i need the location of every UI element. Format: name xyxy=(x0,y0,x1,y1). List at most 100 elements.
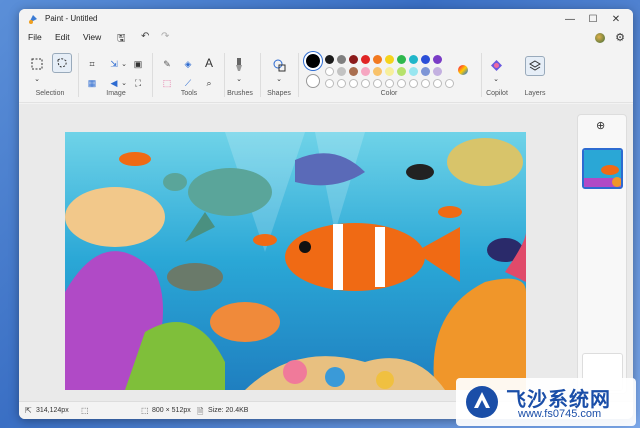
divider xyxy=(298,53,299,97)
shapes-icon[interactable] xyxy=(271,57,287,73)
color-swatch[interactable] xyxy=(397,55,406,64)
rectangle-select-icon[interactable] xyxy=(28,55,46,73)
chevron-down-icon[interactable]: ⌄ xyxy=(120,77,128,89)
layer-thumbnail[interactable] xyxy=(582,148,623,189)
custom-color-slot[interactable] xyxy=(433,79,442,88)
file-size-icon: 🗎 xyxy=(197,407,204,416)
menu-view[interactable]: View xyxy=(83,32,101,42)
color-swatch[interactable] xyxy=(337,55,346,64)
chevron-down-icon[interactable]: ⌄ xyxy=(275,75,283,83)
custom-color-slot[interactable] xyxy=(421,79,430,88)
color-swatch[interactable] xyxy=(385,67,394,76)
color-swatch[interactable] xyxy=(325,55,334,64)
crop-icon[interactable]: ⌗ xyxy=(85,57,99,71)
underwater-illustration xyxy=(65,132,526,390)
custom-color-slot[interactable] xyxy=(409,79,418,88)
chevron-down-icon[interactable]: ⌄ xyxy=(120,57,128,71)
canvas-workspace xyxy=(19,104,572,401)
minimize-icon: — xyxy=(565,13,575,25)
eraser-icon[interactable]: ⬚ xyxy=(160,77,174,89)
canvas-size-icon: ⬚ xyxy=(141,406,149,415)
magnifier-icon[interactable]: ⌕ xyxy=(202,77,216,89)
color-swatch[interactable] xyxy=(373,67,382,76)
custom-color-slot[interactable] xyxy=(325,79,334,88)
custom-color-slot[interactable] xyxy=(397,79,406,88)
group-label-brushes: Brushes xyxy=(227,90,253,97)
profile-icon[interactable] xyxy=(595,33,605,43)
custom-color-slot[interactable] xyxy=(337,79,346,88)
custom-color-slot[interactable] xyxy=(361,79,370,88)
redo-icon[interactable]: ↷ xyxy=(161,31,169,42)
color-swatch[interactable] xyxy=(361,67,370,76)
chevron-down-icon[interactable]: ⌄ xyxy=(235,75,243,83)
menu-edit[interactable]: Edit xyxy=(55,32,70,42)
resize-icon[interactable]: ⇲ xyxy=(107,57,121,71)
minimize-button[interactable]: — xyxy=(559,11,581,27)
save-icon[interactable]: 🖫 xyxy=(117,31,126,48)
cursor-position: 314,124px xyxy=(36,407,69,414)
window-title: Paint - Untitled xyxy=(45,14,98,23)
custom-color-slot[interactable] xyxy=(385,79,394,88)
drawing-canvas[interactable] xyxy=(65,132,526,390)
color-swatch[interactable] xyxy=(325,67,334,76)
custom-color-slot[interactable] xyxy=(373,79,382,88)
color-swatch[interactable] xyxy=(361,55,370,64)
group-label-image: Image xyxy=(106,90,126,97)
color-swatch[interactable] xyxy=(373,55,382,64)
color-swatch[interactable] xyxy=(421,55,430,64)
color-swatch[interactable] xyxy=(337,67,346,76)
custom-color-slot[interactable] xyxy=(349,79,358,88)
layers-panel: ⊕ xyxy=(572,104,633,401)
settings-gear-icon[interactable]: ⚙ xyxy=(615,31,625,44)
color-swatch[interactable] xyxy=(409,67,418,76)
title-bar: Paint - Untitled — ☐ ✕ xyxy=(19,9,633,29)
undo-icon[interactable]: ↶ xyxy=(141,31,149,42)
group-label-color: Color xyxy=(380,90,398,97)
site-watermark: 飞沙系统网 www.fs0745.com xyxy=(456,378,636,426)
text-tool-icon[interactable]: A xyxy=(202,55,216,71)
layers-list: ⊕ xyxy=(577,114,627,394)
layers-icon[interactable] xyxy=(525,56,545,76)
watermark-url: www.fs0745.com xyxy=(518,408,602,420)
color-swatch[interactable] xyxy=(397,67,406,76)
color-swatch[interactable] xyxy=(433,55,442,64)
edit-colors-icon[interactable] xyxy=(456,63,470,77)
close-icon: ✕ xyxy=(611,13,621,25)
group-label-selection: Selection xyxy=(35,90,65,97)
group-label-copilot: Copilot xyxy=(486,90,508,97)
rotate-icon[interactable]: ◀ xyxy=(107,77,121,89)
chevron-down-icon[interactable]: ⌄ xyxy=(32,75,42,83)
add-layer-icon[interactable]: ⊕ xyxy=(596,119,605,132)
color-swatch[interactable] xyxy=(349,67,358,76)
canvas-size: 800 × 512px xyxy=(152,407,191,414)
primary-color-swatch[interactable] xyxy=(304,52,322,70)
paint-window: Paint - Untitled — ☐ ✕ File Edit View 🖫 … xyxy=(19,9,633,419)
color-picker-icon[interactable]: ⟋ xyxy=(181,77,195,89)
menu-file[interactable]: File xyxy=(28,32,42,42)
maximize-button[interactable]: ☐ xyxy=(582,11,604,27)
image-edit-icon[interactable]: ⛶ xyxy=(131,77,145,89)
selection-size-icon: ⬚ xyxy=(81,406,89,415)
color-swatch[interactable] xyxy=(433,67,442,76)
close-button[interactable]: ✕ xyxy=(605,11,627,27)
secondary-color-swatch[interactable] xyxy=(306,74,320,88)
color-swatch[interactable] xyxy=(349,55,358,64)
ribbon-toolbar: ⌄ Selection ⌗ ⇲ ⌄ ▣ ▦ ◀ ⌄ ⛶ Image ✎ ◈ A … xyxy=(19,47,633,103)
pencil-icon[interactable]: ✎ xyxy=(160,57,174,71)
free-select-icon[interactable] xyxy=(52,53,72,73)
color-swatch[interactable] xyxy=(385,55,394,64)
color-swatch[interactable] xyxy=(421,67,430,76)
image-creator-icon[interactable]: ▦ xyxy=(85,77,99,89)
chevron-down-icon[interactable]: ⌄ xyxy=(492,75,500,83)
divider xyxy=(78,53,79,97)
maximize-icon: ☐ xyxy=(588,13,598,25)
brush-icon[interactable] xyxy=(232,57,246,73)
remove-background-icon[interactable]: ▣ xyxy=(131,57,145,71)
fill-bucket-icon[interactable]: ◈ xyxy=(181,57,195,71)
copilot-icon[interactable] xyxy=(488,57,504,73)
color-swatch[interactable] xyxy=(409,55,418,64)
divider xyxy=(260,53,261,97)
menu-bar: File Edit View 🖫 ↶ ↷ ⚙ xyxy=(19,29,633,47)
custom-color-slot[interactable] xyxy=(445,79,454,88)
group-label-tools: Tools xyxy=(180,90,198,97)
